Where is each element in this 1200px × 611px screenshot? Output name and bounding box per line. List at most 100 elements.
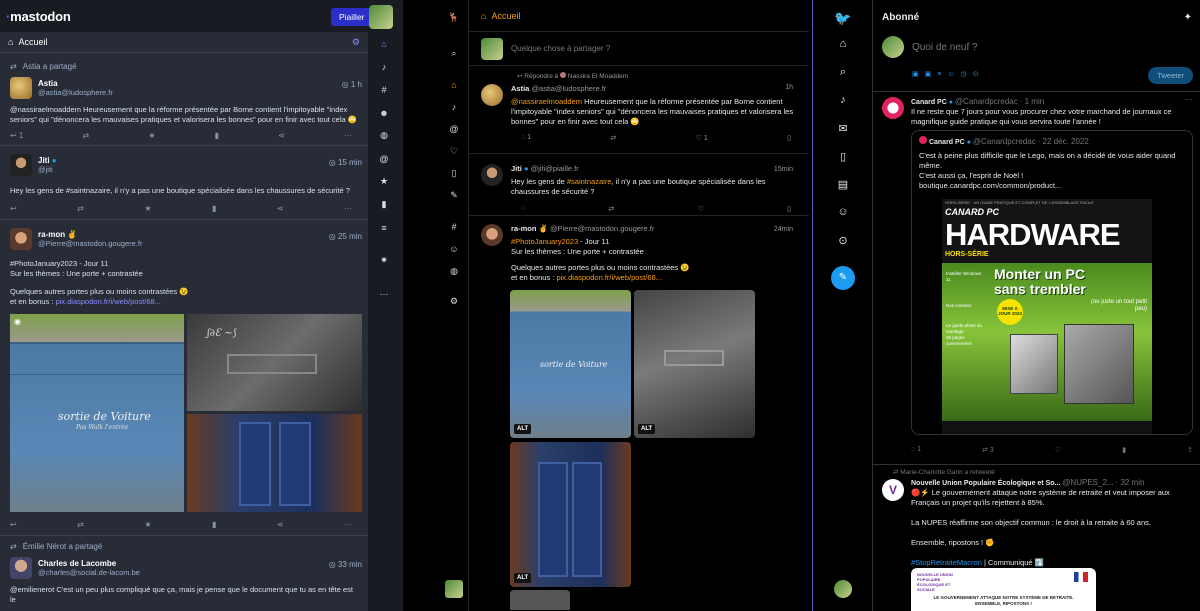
bookmark-icon[interactable]: ▮	[212, 520, 216, 529]
display-name[interactable]: Canard PC	[911, 99, 947, 106]
status[interactable]: ra-mon ✌️ @Pierre@mastodon.gougere.fr #P…	[469, 216, 809, 610]
heart-icon[interactable]: ♡	[698, 205, 704, 213]
at-icon[interactable]: @	[373, 147, 395, 170]
avatar[interactable]	[10, 77, 32, 99]
people-icon[interactable]: ☺	[439, 244, 469, 254]
link[interactable]: pix.diaspodon.fr/i/web/post/68...	[55, 297, 160, 306]
account-avatar[interactable]	[834, 580, 852, 598]
favourite-icon[interactable]: ★	[148, 131, 155, 140]
mastodon-logo[interactable]: ·mastodon	[6, 9, 362, 24]
home-icon[interactable]: ⌂	[813, 38, 873, 50]
account-handle[interactable]: @Pierre@mastodon.gougere.fr	[550, 224, 654, 233]
avatar[interactable]	[481, 224, 503, 246]
display-name[interactable]: Charles de Lacombe	[38, 559, 140, 568]
nupes-image[interactable]: NOUVELLE UNION POPULAIRE ÉCOLOGIQUE ET S…	[911, 568, 1096, 611]
home-icon[interactable]: ⌂	[373, 32, 395, 55]
tweet[interactable]: ⇄ Marie-Charlotte Garin a retweeté V Nou…	[873, 465, 1200, 611]
photo-blue-garage-door[interactable]: sortie de Voiture Pas Walk l'entrée ◉	[10, 314, 184, 512]
heart-icon[interactable]: ♡ 1	[696, 134, 708, 142]
bookmark-icon[interactable]: ▮	[373, 193, 395, 216]
bell-icon[interactable]: ♪	[373, 55, 395, 78]
sparkle-icon[interactable]: ✦	[1184, 12, 1192, 23]
alt-badge[interactable]: ALT	[514, 424, 532, 434]
bookmark-icon[interactable]: ▯	[439, 168, 469, 179]
display-name[interactable]: Jiti	[511, 164, 522, 173]
avatar[interactable]	[10, 228, 32, 250]
more-icon[interactable]: ···	[1185, 95, 1193, 104]
timestamp[interactable]: ◎ 15 min	[329, 158, 362, 167]
tweet[interactable]: Canard PC ● @Canardpcredac · 1 min ··· I…	[873, 92, 1200, 465]
reply-icon[interactable]: ↩︎ 1	[10, 131, 23, 140]
boost-icon[interactable]: ⇄	[610, 134, 616, 142]
profile-avatar[interactable]	[369, 5, 393, 29]
status[interactable]: Jiti ● @jiti ◎ 15 min Hey les gens de #sa…	[0, 146, 368, 220]
gear-icon[interactable]: ✷	[373, 249, 395, 272]
avatar[interactable]	[10, 154, 32, 176]
retweet-icon[interactable]: ⇄ 3	[982, 446, 994, 454]
settings-sliders-icon[interactable]: ⚙	[352, 37, 360, 48]
publish-button[interactable]: Piailler	[331, 8, 373, 26]
timestamp[interactable]: ◎ 25 min	[329, 232, 362, 241]
avatar[interactable]	[882, 36, 904, 58]
account-handle[interactable]: @Pierre@mastodon.gougere.fr	[38, 239, 142, 248]
views-icon[interactable]: ▮	[1122, 446, 1126, 454]
timestamp[interactable]: 1h	[785, 84, 793, 91]
timestamp[interactable]: · 32 min	[1116, 478, 1145, 487]
display-name[interactable]: Astia	[38, 79, 113, 88]
more-icon[interactable]: ⊙	[813, 234, 873, 247]
tweet-button[interactable]: Tweeter	[1148, 67, 1193, 84]
gif-icon[interactable]: ▣	[925, 71, 938, 78]
account-handle[interactable]: @charles@social.de-lacom.be	[38, 568, 140, 577]
photo-grey-door[interactable]: ALT	[634, 290, 755, 438]
boost-icon[interactable]: ⇄	[77, 520, 84, 529]
globe-icon[interactable]: ◍	[373, 124, 395, 147]
display-name[interactable]: Nouvelle Union Populaire Écologique et S…	[911, 480, 1060, 487]
photo-blue-wood-door[interactable]	[187, 414, 362, 512]
status-boosted[interactable]: ⇄ Astia a partagé Astia @astia@ludosphere.…	[0, 53, 368, 146]
bookmark-icon[interactable]: ▮	[212, 204, 216, 213]
bell-icon[interactable]: ♪	[813, 94, 873, 106]
more-icon[interactable]: ···	[344, 131, 352, 140]
display-name[interactable]: ra-mon ✌️	[38, 230, 142, 239]
magazine-cover-image[interactable]: HORS-SÉRIE · UN GUIDE PRATIQUE ET COMPLE…	[942, 199, 1152, 434]
avatar[interactable]	[481, 164, 503, 186]
avatar[interactable]	[481, 37, 503, 60]
photo-blue-wood-door[interactable]: ALT	[510, 442, 631, 587]
bookmark-icon[interactable]: ▮	[215, 131, 219, 140]
photo-next[interactable]	[510, 590, 570, 610]
image-icon[interactable]: ▣	[912, 71, 925, 78]
avatar[interactable]	[481, 84, 503, 106]
avatar[interactable]: V	[882, 479, 904, 501]
account-handle[interactable]: @Canardpcredac	[955, 97, 1018, 106]
display-name[interactable]: Astia	[511, 84, 529, 93]
display-name[interactable]: Jiti ●	[38, 156, 57, 165]
elk-logo-icon[interactable]: 🦌	[439, 12, 469, 23]
compose-box[interactable]: Quoi de neuf ? ▣▣≡☺◷⊙ Tweeter	[873, 34, 1200, 92]
status[interactable]: Jiti ● @jiti@piaille.fr Hey les gens de …	[469, 154, 809, 216]
avatar[interactable]	[10, 557, 32, 579]
favourite-icon[interactable]: ★	[144, 204, 151, 213]
avatar[interactable]	[882, 97, 904, 119]
alt-badge[interactable]: ALT	[638, 424, 656, 434]
boost-icon[interactable]: ⇄	[77, 204, 84, 213]
eye-icon[interactable]: ◉	[14, 317, 21, 326]
reply-icon[interactable]: ↩︎	[10, 204, 17, 213]
people-icon[interactable]: ☻	[373, 101, 395, 124]
favourite-icon[interactable]: ★	[144, 520, 151, 529]
account-handle[interactable]: @astia@ludosphere.fr	[38, 88, 113, 97]
timestamp[interactable]: ◎ 33 min	[329, 560, 362, 569]
display-name[interactable]: ra-mon ✌️	[511, 224, 548, 233]
account-handle[interactable]: @astia@ludosphere.fr	[531, 84, 606, 93]
location-icon[interactable]: ⊙	[973, 71, 985, 78]
schedule-icon[interactable]: ◷	[961, 71, 973, 78]
lists-icon[interactable]: ▤	[813, 178, 873, 191]
profile-icon[interactable]: ☺	[813, 206, 873, 218]
compose-box[interactable]: Quelque chose à partager ?	[469, 32, 809, 66]
globe-icon[interactable]: ◍	[439, 266, 469, 277]
share-icon[interactable]: ⋖	[277, 204, 284, 213]
search-icon[interactable]: ⌕	[439, 48, 469, 59]
photo-grey-door[interactable]: ʃ∂Ɛ ~⟆	[187, 314, 362, 411]
reply-icon[interactable]: ↩︎	[10, 520, 17, 529]
hashtag-icon[interactable]: #	[439, 222, 469, 232]
share-icon[interactable]: ⇧	[1187, 446, 1193, 454]
